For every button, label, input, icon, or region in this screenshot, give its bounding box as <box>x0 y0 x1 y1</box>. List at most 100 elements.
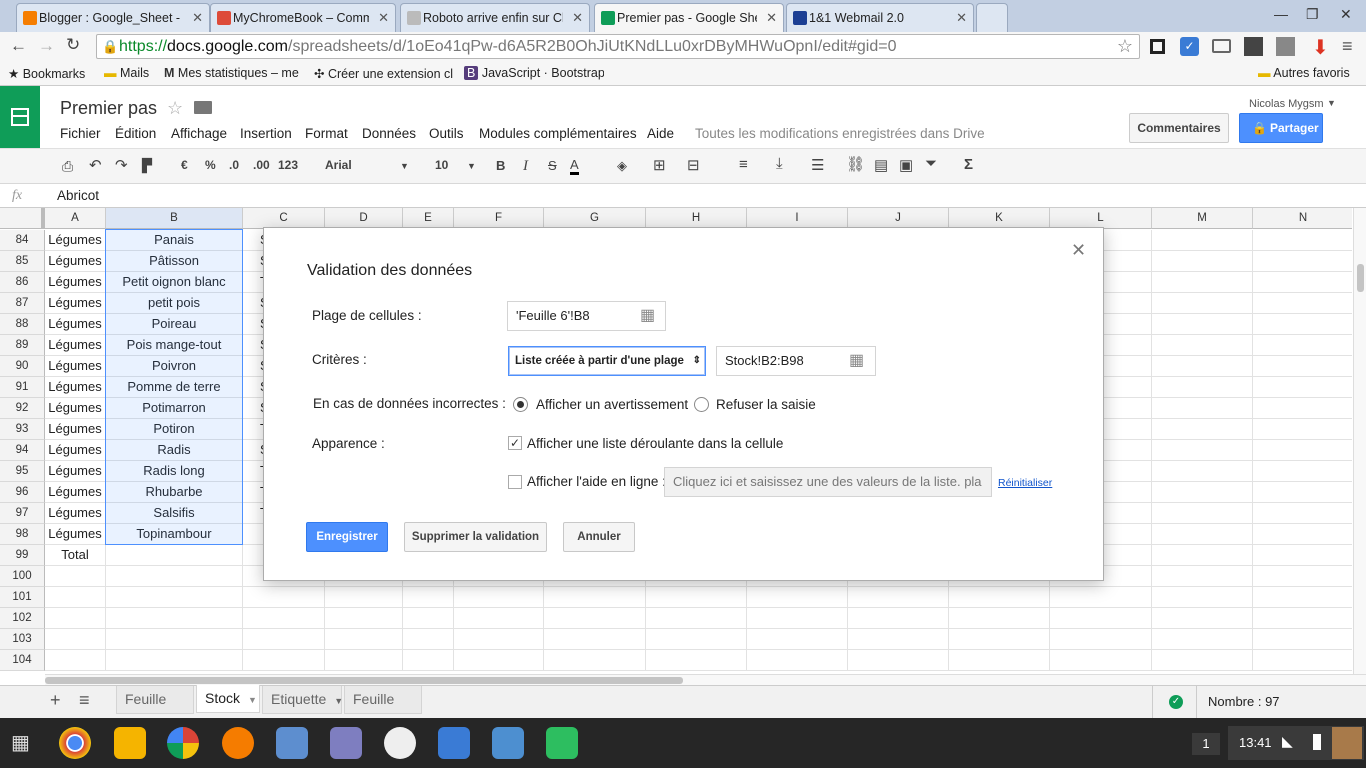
column-header-h[interactable]: H <box>646 208 747 229</box>
row-header[interactable]: 103 <box>0 629 45 650</box>
chevron-down-icon[interactable]: ▼ <box>1327 98 1336 108</box>
bold-button[interactable]: B <box>496 158 505 173</box>
grid-cell[interactable] <box>1152 629 1253 650</box>
functions-button[interactable]: Σ <box>964 156 973 173</box>
formula-input[interactable]: Abricot <box>57 188 99 203</box>
grid-cell[interactable] <box>325 629 403 650</box>
star-icon[interactable]: ☆ <box>167 98 183 119</box>
grid-cell[interactable]: Total <box>45 545 106 566</box>
grid-cell[interactable] <box>1050 629 1152 650</box>
column-header-g[interactable]: G <box>544 208 646 229</box>
print-icon[interactable]: ⎙ <box>62 158 73 175</box>
grid-cell[interactable] <box>1050 587 1152 608</box>
align-icon[interactable]: ≡ <box>739 156 748 173</box>
grid-cell[interactable] <box>106 566 243 587</box>
grid-cell[interactable]: Légumes <box>45 230 106 251</box>
row-header[interactable]: 92 <box>0 398 45 419</box>
criteria-range-input[interactable]: Stock!B2:B98 ▦ <box>716 346 876 376</box>
dropdown-checkbox[interactable]: ✓ <box>508 436 522 450</box>
italic-button[interactable]: I <box>523 158 528 175</box>
minimize-icon[interactable]: — <box>1274 6 1288 22</box>
reset-link[interactable]: Réinitialiser <box>998 477 1052 489</box>
restore-icon[interactable]: ❐ <box>1306 6 1319 23</box>
grid-cell[interactable] <box>454 608 544 629</box>
grid-cell[interactable] <box>1152 419 1253 440</box>
extension-icon[interactable] <box>1276 37 1295 56</box>
add-sheet-icon[interactable]: + <box>50 690 61 711</box>
grid-cell[interactable] <box>1253 356 1352 377</box>
radio-reject[interactable] <box>694 397 709 412</box>
radio-reject-label[interactable]: Refuser la saisie <box>716 397 816 412</box>
grid-cell[interactable] <box>1253 440 1352 461</box>
grid-cell[interactable]: Salsifis <box>106 503 243 524</box>
font-select[interactable]: Arial <box>325 158 352 172</box>
app-launcher-icon[interactable]: ▦ <box>11 733 31 753</box>
browser-tab-active[interactable]: Premier pas - Google She ✕ <box>594 3 784 32</box>
row-header[interactable]: 90 <box>0 356 45 377</box>
grid-cell[interactable]: Topinambour <box>106 524 243 545</box>
grid-cell[interactable] <box>1152 587 1253 608</box>
grid-select-icon[interactable]: ▦ <box>849 347 864 375</box>
grid-cell[interactable] <box>544 608 646 629</box>
grid-select-icon[interactable]: ▦ <box>640 302 655 330</box>
grid-cell[interactable] <box>1253 335 1352 356</box>
browser-tab[interactable]: Roboto arrive enfin sur Cl ✕ <box>400 3 590 32</box>
all-sheets-icon[interactable]: ≡ <box>79 690 90 711</box>
grid-cell[interactable] <box>1152 251 1253 272</box>
criteria-select[interactable]: Liste créée à partir d'une plage ⇕ <box>508 346 706 376</box>
grid-cell[interactable] <box>848 587 949 608</box>
grid-cell[interactable] <box>325 608 403 629</box>
bookmark-item[interactable]: ★ Bookmarks <box>8 66 85 81</box>
grid-cell[interactable]: Légumes <box>45 524 106 545</box>
grid-cell[interactable] <box>544 587 646 608</box>
radio-warning[interactable] <box>513 397 528 412</box>
grid-cell[interactable] <box>949 587 1050 608</box>
merge-cells-icon[interactable]: ⊟ <box>687 156 700 174</box>
vertical-scrollbar[interactable] <box>1353 208 1366 674</box>
grid-cell[interactable]: Radis <box>106 440 243 461</box>
row-header[interactable]: 88 <box>0 314 45 335</box>
browser-tab[interactable]: 1&1 Webmail 2.0 ✕ <box>786 3 974 32</box>
grid-cell[interactable] <box>646 587 747 608</box>
text-color-button[interactable]: A <box>570 158 579 175</box>
grid-cell[interactable] <box>949 629 1050 650</box>
column-header-n[interactable]: N <box>1253 208 1352 229</box>
grid-cell[interactable] <box>1152 230 1253 251</box>
grid-cell[interactable] <box>1253 251 1352 272</box>
bookmark-item[interactable]: ▬ Mails <box>104 66 149 80</box>
grid-cell[interactable] <box>403 650 454 671</box>
grid-cell[interactable] <box>454 587 544 608</box>
grid-cell[interactable] <box>949 608 1050 629</box>
column-header-f[interactable]: F <box>454 208 544 229</box>
close-tab-icon[interactable]: ✕ <box>192 10 203 26</box>
column-header-b[interactable]: B <box>106 208 243 229</box>
grid-cell[interactable]: Pois mange-tout <box>106 335 243 356</box>
grid-cell[interactable] <box>1152 650 1253 671</box>
grid-cell[interactable] <box>1253 293 1352 314</box>
strikethrough-button[interactable]: S <box>548 158 557 173</box>
grid-cell[interactable]: petit pois <box>106 293 243 314</box>
grid-cell[interactable] <box>1152 524 1253 545</box>
remove-validation-button[interactable]: Supprimer la validation <box>404 522 547 552</box>
grid-cell[interactable] <box>1253 314 1352 335</box>
radio-warning-label[interactable]: Afficher un avertissement <box>536 397 688 412</box>
undo-icon[interactable]: ↶ <box>89 156 102 174</box>
folder-icon[interactable] <box>438 727 470 759</box>
grid-cell[interactable] <box>454 629 544 650</box>
grid-cell[interactable] <box>646 629 747 650</box>
grid-cell[interactable]: Panais <box>106 230 243 251</box>
bookmark-item[interactable]: B JavaScript · Bootstrap <box>464 66 604 80</box>
menu-fichier[interactable]: Fichier <box>60 126 101 141</box>
close-icon[interactable]: ✕ <box>1071 240 1086 261</box>
grid-cell[interactable] <box>1050 650 1152 671</box>
star-icon[interactable]: ☆ <box>1117 35 1133 58</box>
reload-icon[interactable]: ↻ <box>66 35 80 55</box>
grid-cell[interactable] <box>1253 524 1352 545</box>
chrome-icon[interactable] <box>59 727 91 759</box>
grid-cell[interactable]: Légumes <box>45 461 106 482</box>
percent-button[interactable]: % <box>205 158 216 172</box>
grid-cell[interactable] <box>747 650 848 671</box>
files-icon[interactable] <box>330 727 362 759</box>
row-header[interactable]: 86 <box>0 272 45 293</box>
clock-icon[interactable] <box>384 727 416 759</box>
